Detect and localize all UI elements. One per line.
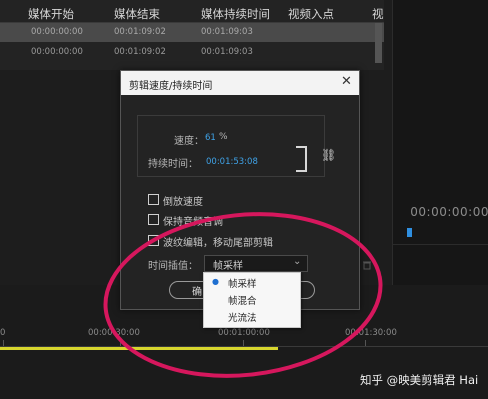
table-scrollbar[interactable] (375, 23, 382, 63)
column-header-video-in[interactable]: 视频入点 (288, 6, 334, 22)
column-header-media-end[interactable]: 媒体结束 (114, 6, 160, 22)
cell-media-start: 00:00:00:00 (31, 47, 83, 57)
annotation-ellipse (103, 212, 383, 378)
column-header-media-duration[interactable]: 媒体持续时间 (201, 6, 270, 22)
checkbox-label: 倒放速度 (163, 197, 203, 208)
speed-duration-group: 速度： 61 % 持续时间： 00:01:53:08 ⛓ (137, 115, 336, 177)
column-header-media-start[interactable]: 媒体开始 (28, 6, 74, 22)
speed-unit: % (219, 132, 228, 142)
cell-media-end: 00:01:09:02 (114, 47, 166, 57)
playhead-marker[interactable] (407, 228, 412, 237)
panel-divider (392, 244, 488, 245)
duration-label: 持续时间： (148, 159, 198, 170)
cell-media-start: 00:00:00:00 (31, 27, 83, 37)
dialog-title: 剪辑速度/持续时间 (129, 81, 213, 92)
dialog-titlebar[interactable]: 剪辑速度/持续时间 ✕ (121, 71, 359, 95)
program-timecode[interactable]: 00:00:00:00 (410, 205, 488, 219)
link-icon[interactable]: ⛓ (321, 148, 336, 162)
cell-media-duration: 00:01:09:03 (201, 47, 253, 57)
close-icon[interactable]: ✕ (341, 74, 352, 89)
speed-value[interactable]: 61 (205, 133, 216, 143)
link-bracket (296, 146, 307, 172)
cell-media-duration: 00:01:09:03 (201, 27, 253, 37)
watermark-text: 知乎 @映美剪辑君 Hai (360, 373, 479, 387)
table-row[interactable]: 00:00:00:00 00:01:09:02 00:01:09:03 (0, 43, 384, 62)
checkbox-icon[interactable] (148, 194, 159, 205)
speed-label: 速度： (174, 136, 204, 147)
ruler-label: 0 (0, 328, 6, 338)
cell-media-end: 00:01:09:02 (114, 27, 166, 37)
table-row[interactable]: 00:00:00:00 00:01:09:02 00:01:09:03 (0, 23, 384, 42)
duration-value[interactable]: 00:01:53:08 (206, 157, 258, 167)
column-header-video-truncated[interactable]: 视 (372, 6, 384, 22)
program-monitor-panel: 00:00:00:00 (392, 0, 488, 285)
